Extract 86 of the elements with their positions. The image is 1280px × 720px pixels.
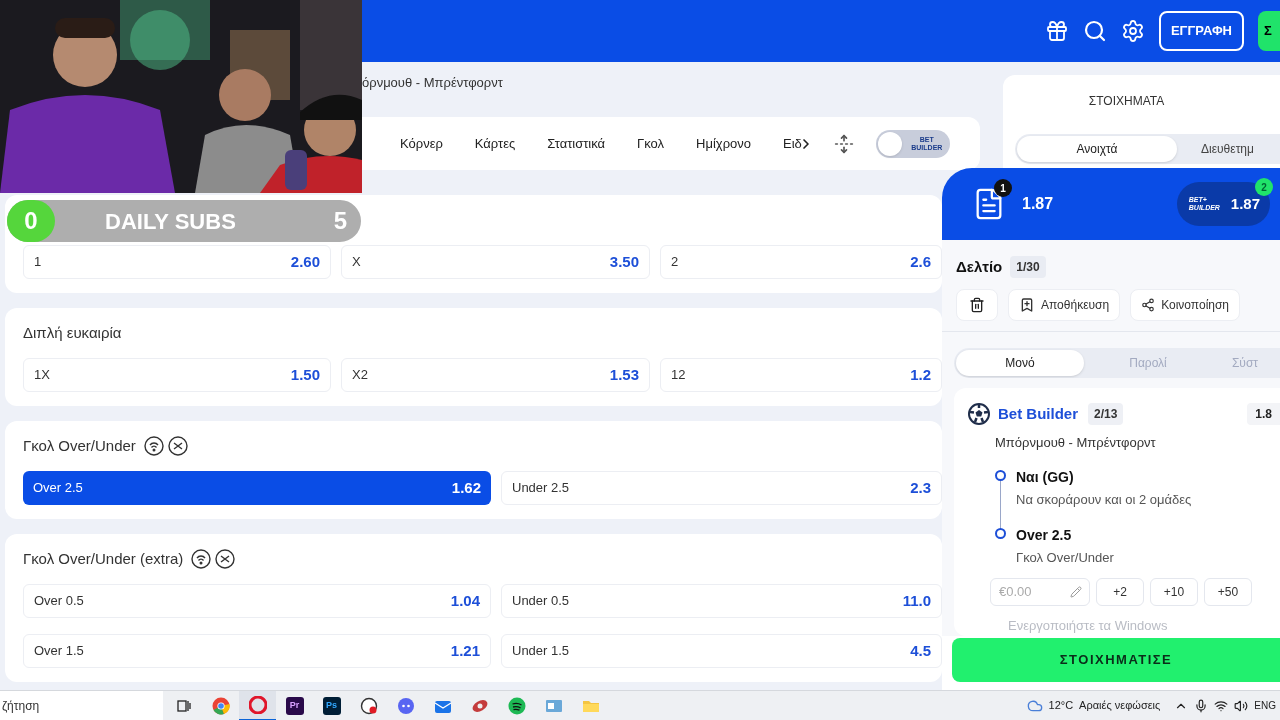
browser-icon — [248, 695, 267, 714]
app-icon: Pr — [285, 696, 304, 715]
login-button[interactable]: Σ — [1258, 11, 1280, 51]
taskbar-search-field[interactable]: ζήτηση — [0, 690, 163, 720]
leg-pick: Over 2.5 — [1016, 526, 1073, 545]
market-tab[interactable]: Κάρτες — [474, 133, 516, 154]
signal-icon — [191, 549, 212, 569]
quick-stake-button[interactable]: +50 — [1204, 577, 1252, 606]
match-name: Μπόρνμουθ - Μπρέντφορντ — [995, 434, 1157, 452]
market-title: Διπλή ευκαιρία — [23, 322, 122, 343]
chat-icon — [396, 696, 415, 715]
slip-counter: 1/30 — [1010, 256, 1046, 279]
count-badge: 2 — [1255, 178, 1273, 196]
stake-field[interactable]: €0.00 — [990, 577, 1090, 606]
bets-tab[interactable]: Διευθετημ — [1177, 136, 1278, 162]
trash-icon — [969, 296, 985, 313]
market-title: Γκολ Over/Under — [23, 435, 136, 456]
signal-icon — [143, 436, 164, 456]
odds-button[interactable]: Over 0.5 1.04 — [23, 584, 491, 618]
market-tab[interactable]: Κόρνερ — [400, 133, 443, 154]
odds-button[interactable]: 2 2.6 — [660, 245, 942, 279]
quick-stake-button[interactable]: +2 — [1096, 577, 1144, 606]
language-indicator[interactable]: ENG — [1254, 698, 1276, 713]
odds-button[interactable]: Under 0.5 11.0 — [501, 584, 942, 618]
weather-text: Αραιές νεφώσεις — [1079, 698, 1161, 714]
taskbar-app[interactable] — [239, 690, 276, 720]
music-icon — [507, 696, 526, 715]
odds-button[interactable]: Under 2.5 2.3 — [501, 471, 942, 505]
taskbar-app[interactable]: Pr — [276, 690, 313, 720]
market-tab[interactable]: Στατιστικά — [547, 133, 606, 154]
settings-icon[interactable] — [1120, 19, 1145, 43]
market-title: Γκολ Over/Under (extra) — [23, 548, 184, 569]
share-button[interactable]: Κοινοποίηση — [1130, 288, 1241, 321]
leg-marker-icon — [995, 469, 1006, 481]
bets-tab[interactable]: Ανοιχτά — [1017, 136, 1177, 162]
task-view-icon — [175, 697, 192, 714]
market-tab[interactable]: Ημίχρονο — [696, 133, 751, 154]
register-button[interactable]: ΕΓΓΡΑΦΗ — [1158, 11, 1244, 51]
window-icon — [544, 697, 563, 714]
delete-button[interactable] — [956, 288, 998, 321]
bet-odds: 1.8 — [1247, 402, 1280, 425]
share-icon — [1141, 297, 1156, 312]
expand-icon[interactable] — [833, 133, 854, 154]
odds-button[interactable]: 1 2.60 — [23, 245, 331, 279]
browser-icon — [211, 696, 230, 715]
network-icon[interactable] — [1214, 698, 1229, 713]
slip-tab[interactable]: Μονό — [956, 349, 1084, 376]
weather-temp: 12°C — [1048, 698, 1074, 714]
subs-label: DAILY SUBS — [105, 207, 236, 236]
market-tab[interactable]: Γκολ — [637, 133, 665, 154]
odds-button[interactable]: X 3.50 — [341, 245, 650, 279]
market-tab[interactable]: Ειδ — [783, 133, 802, 154]
subs-goal: 5 — [333, 206, 347, 236]
taskbar-app[interactable]: Ps — [313, 690, 350, 720]
bet-title: Bet Builder — [998, 403, 1078, 424]
bet-counter: 2/13 — [1088, 402, 1124, 425]
subs-current: 0 — [7, 200, 55, 242]
builder-odds: 1.87 — [1230, 193, 1260, 214]
odds-button[interactable]: Under 1.5 4.5 — [501, 634, 942, 668]
breadcrumb: όρνμουθ - Μπρέντφορντ — [362, 75, 503, 90]
place-bet-button[interactable]: ΣΤΟΙΧΗΜΑΤΙΣΕ — [952, 638, 1280, 682]
leg-pick: Ναι (GG) — [1016, 467, 1075, 487]
betslip-title: Δελτίο — [956, 257, 1003, 277]
activation-notice: Ενεργοποιήστε τα Windows — [1008, 617, 1168, 635]
odds-button[interactable]: 12 1.2 — [660, 358, 942, 392]
odds-button[interactable]: 1X 1.50 — [23, 358, 331, 392]
record-icon — [359, 696, 378, 715]
count-badge: 1 — [994, 179, 1012, 197]
odds-button[interactable]: Over 1.5 1.21 — [23, 634, 491, 668]
save-button[interactable]: Αποθήκευση — [1008, 288, 1121, 321]
total-odds: 1.87 — [1022, 194, 1054, 214]
leg-market: Γκολ Over/Under — [1016, 549, 1114, 567]
leg-marker-icon — [995, 528, 1006, 539]
soccer-ball-icon — [968, 402, 990, 425]
odds-button[interactable]: Over 2.5 1.62 — [23, 471, 491, 505]
volume-icon[interactable] — [1234, 698, 1249, 713]
leg-market: Να σκοράρουν και οι 2 ομάδες — [1016, 490, 1192, 509]
odds-button[interactable]: X2 1.53 — [341, 358, 650, 392]
pencil-icon — [1070, 585, 1082, 598]
app-icon: Ps — [322, 696, 341, 715]
quick-stake-button[interactable]: +10 — [1150, 577, 1198, 606]
microphone-icon[interactable] — [1194, 698, 1209, 713]
bookmark-icon — [1019, 296, 1035, 313]
gift-icon[interactable] — [1044, 19, 1069, 43]
search-icon[interactable] — [1082, 19, 1107, 43]
panel-title: ΣΤΟΙΧΗΜΑΤΑ — [1087, 93, 1166, 110]
